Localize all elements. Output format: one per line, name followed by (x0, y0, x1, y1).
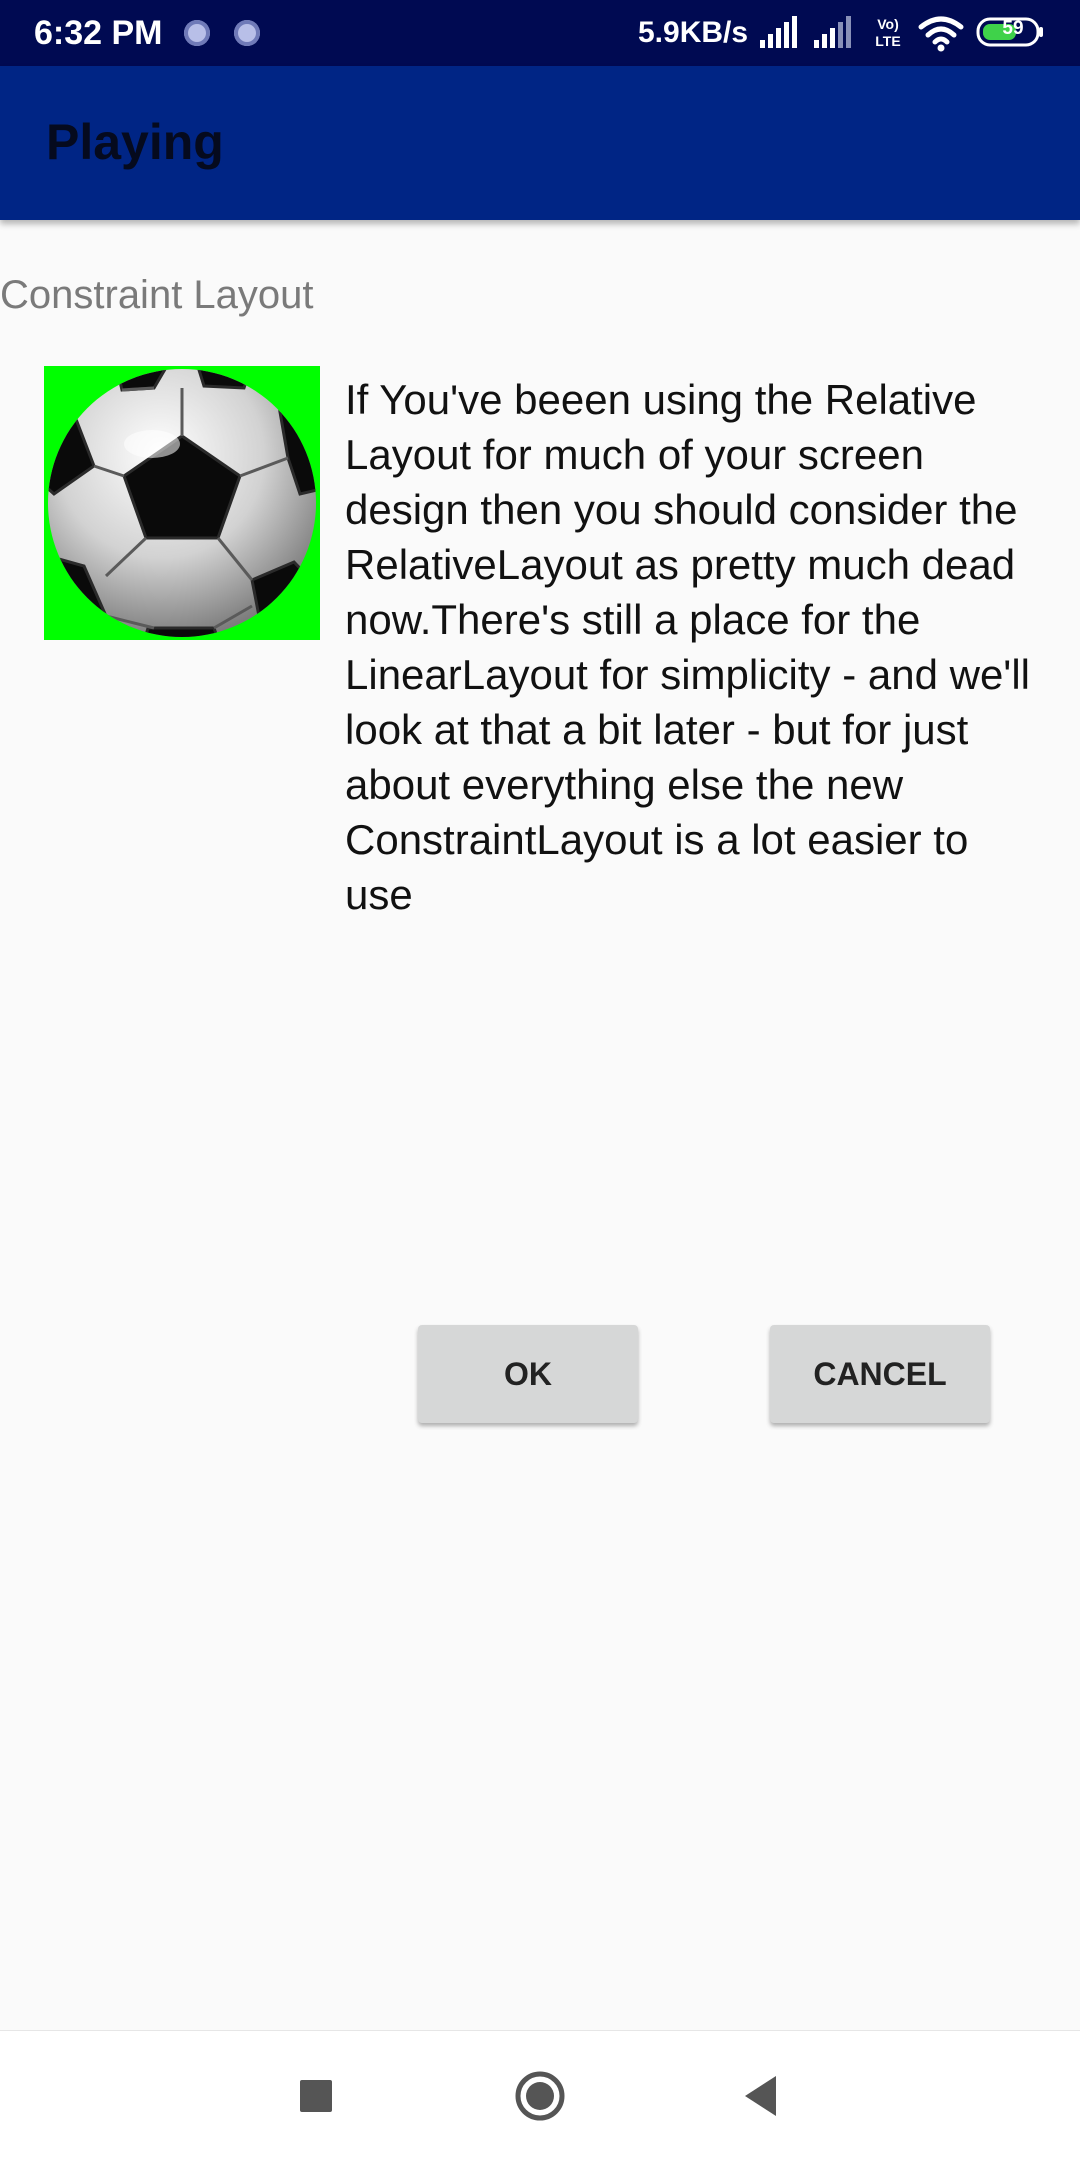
navigation-bar (0, 2030, 1080, 2161)
home-circle-icon[interactable] (505, 2061, 575, 2131)
signal-icon (760, 16, 797, 48)
volte-icon: Vo) LTE (875, 16, 900, 49)
soccer-ball-icon (48, 369, 316, 637)
signal-icon (814, 16, 851, 48)
section-label: Constraint Layout (0, 273, 314, 317)
battery-level: 59 (1002, 18, 1024, 39)
body-text: If You've beeen using the Relative Layou… (345, 376, 1030, 918)
app-bar: Playing (0, 66, 1080, 220)
page-title: Playing (46, 114, 224, 170)
cancel-button[interactable]: CANCEL (770, 1325, 990, 1423)
status-time: 6:32 PM (34, 14, 163, 52)
back-triangle-icon[interactable] (727, 2061, 797, 2131)
svg-text:Vo): Vo) (877, 16, 899, 32)
network-speed: 5.9KB/s (638, 16, 749, 49)
wifi-icon (918, 16, 964, 52)
svg-text:LTE: LTE (875, 33, 900, 49)
sync-dot-icon (184, 20, 210, 46)
recents-square-icon[interactable] (281, 2061, 351, 2131)
sync-dot-icon (234, 20, 260, 46)
status-bar: 6:32 PM 5.9KB/s Vo) LTE 59 (0, 0, 1080, 66)
soccer-ball-image (44, 366, 320, 640)
ok-button[interactable]: OK (418, 1325, 638, 1423)
